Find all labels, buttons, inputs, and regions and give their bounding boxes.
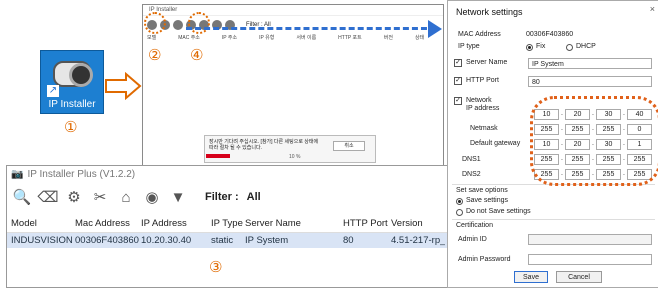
ip-type-dhcp-label: DHCP (576, 43, 596, 50)
mini-dialog-text: 장시만 기다려 주십시오. [참가] 다른 세팅으로 상태에 따라 절차 될 수… (209, 139, 319, 151)
server-name-label: Server Name (466, 59, 508, 66)
save-options-label: Set save options (456, 187, 508, 194)
callout-3: ③ (209, 258, 223, 276)
mac-address-value: 00306F403860 (526, 31, 574, 38)
save-settings-label: Save settings (466, 197, 509, 204)
col-server-name[interactable]: Server Name (245, 218, 301, 229)
mini-col-iptype: IP 유형 (259, 35, 275, 41)
default-gateway-label: Default gateway (470, 140, 521, 147)
main-window-title-bar: 📷 IP Installer Plus (V1.2.2) (7, 166, 447, 182)
server-name-checkbox[interactable]: ✓ (454, 59, 462, 67)
gear-icon[interactable] (173, 20, 183, 30)
cell-ip-address: 10.20.30.40 (141, 235, 192, 246)
save-button[interactable]: Save (514, 271, 548, 283)
main-ip-installer-window: 📷 IP Installer Plus (V1.2.2) 🔍 ⌫ ⚙ ✂ ⌂ ◉… (6, 165, 448, 288)
ip-address-label: IP address (466, 105, 500, 112)
tools-icon[interactable]: ✂ (91, 188, 109, 206)
ip-type-fix-radio[interactable] (526, 44, 533, 51)
eraser-icon[interactable]: ⌫ (37, 188, 58, 206)
admin-password-input[interactable] (528, 254, 652, 265)
highlight-circle-search (144, 12, 166, 34)
close-icon[interactable]: × (650, 4, 655, 14)
mini-col-server: 서버 이름 (296, 35, 317, 41)
main-toolbar: 🔍 ⌫ ⚙ ✂ ⌂ ◉ ▼ Filter : All (7, 182, 447, 212)
mini-col-ip: IP 주소 (221, 35, 238, 41)
callout-4: ④ (190, 46, 204, 64)
mini-col-version: 버전 (383, 35, 393, 41)
callout-1: ① (64, 118, 78, 136)
table-row[interactable]: INDUSVISION 00306F403860 10.20.30.40 sta… (7, 233, 447, 248)
http-port-label: HTTP Port (466, 77, 499, 84)
ip-installer-desktop-icon[interactable]: ↗ IP Installer (40, 50, 104, 114)
cell-http-port: 80 (343, 235, 354, 246)
col-ip-address[interactable]: IP Address (141, 218, 187, 229)
ip-type-label: IP type (458, 43, 480, 50)
disc-icon[interactable]: ◉ (143, 188, 161, 206)
col-version[interactable]: Version (391, 218, 423, 229)
network-checkbox[interactable]: ✓ (454, 97, 462, 105)
divider (452, 219, 655, 220)
highlight-circle-network (188, 12, 210, 34)
ip-type-fix-label: Fix (536, 43, 546, 50)
filter-icon[interactable]: ▼ (169, 188, 187, 206)
search-icon[interactable]: 🔍 (13, 188, 32, 206)
do-not-save-radio[interactable] (456, 209, 463, 216)
dashed-arrow-head-icon (428, 20, 442, 38)
cell-server-name: IP System (245, 235, 289, 246)
cancel-button[interactable]: Cancel (556, 271, 602, 283)
shortcut-arrow-icon: ↗ (47, 85, 59, 97)
right-arrow-icon (105, 72, 142, 100)
gear-icon[interactable]: ⚙ (65, 188, 83, 206)
table-header: Model Mac Address IP Address IP Type Ser… (7, 216, 447, 233)
mini-table-header: 모델 MAC 주소 IP 주소 IP 유형 서버 이름 HTTP 포트 버전 상… (143, 34, 443, 41)
highlight-oval-network-fields (530, 96, 658, 186)
filter-value[interactable]: All (247, 191, 261, 203)
app-logo-icon: 📷 (11, 168, 24, 180)
admin-password-label: Admin Password (458, 256, 511, 263)
ip-type-dhcp-radio[interactable] (566, 44, 573, 51)
mini-dialog-cancel-button[interactable]: 취소 (333, 141, 365, 151)
col-mac-address[interactable]: Mac Address (75, 218, 130, 229)
dns1-label: DNS1 (462, 156, 481, 163)
col-http-port[interactable]: HTTP Port (343, 218, 388, 229)
dialog-title: Network settings (456, 7, 523, 17)
camera-lens-icon (69, 63, 93, 87)
mini-progress-dialog: 장시만 기다려 주십시오. [참가] 다른 세팅으로 상태에 따라 절차 될 수… (204, 135, 376, 163)
cell-model: INDUSVISION (11, 235, 73, 246)
mini-col-model: 모델 (147, 35, 157, 41)
mini-col-status: 상태 (414, 35, 425, 41)
filter-label: Filter : (205, 191, 239, 203)
server-name-input[interactable]: IP System (528, 58, 652, 69)
mini-dialog-percent: 10 % (289, 154, 301, 160)
do-not-save-label: Do not Save settings (466, 208, 531, 215)
mini-progress-bar (206, 154, 230, 158)
cell-version: 4.51-217-rp_N (391, 235, 445, 246)
mini-col-mac: MAC 주소 (178, 35, 200, 41)
main-window-title: IP Installer Plus (V1.2.2) (27, 168, 136, 180)
http-port-checkbox[interactable]: ✓ (454, 77, 462, 85)
save-settings-radio[interactable] (456, 198, 463, 205)
http-port-input[interactable]: 80 (528, 76, 652, 87)
network-label: Network (466, 97, 492, 104)
admin-id-label: Admin ID (458, 236, 487, 243)
mini-window-title: IP Installer (143, 5, 443, 16)
callout-2: ② (148, 46, 162, 64)
col-model[interactable]: Model (11, 218, 37, 229)
dns2-label: DNS2 (462, 171, 481, 178)
col-ip-type[interactable]: IP Type (211, 218, 243, 229)
mini-col-port: HTTP 포트 (338, 35, 362, 41)
certification-label: Certification (456, 222, 493, 229)
netmask-label: Netmask (470, 125, 498, 132)
dashed-arrow-line (186, 27, 436, 30)
cell-mac-address: 00306F403860 (75, 235, 139, 246)
cell-ip-type: static (211, 235, 234, 246)
network-icon[interactable]: ⌂ (117, 188, 135, 206)
mac-address-label: MAC Address (458, 31, 501, 38)
admin-id-input[interactable] (528, 234, 652, 245)
desktop-icon-label: IP Installer (48, 99, 96, 110)
